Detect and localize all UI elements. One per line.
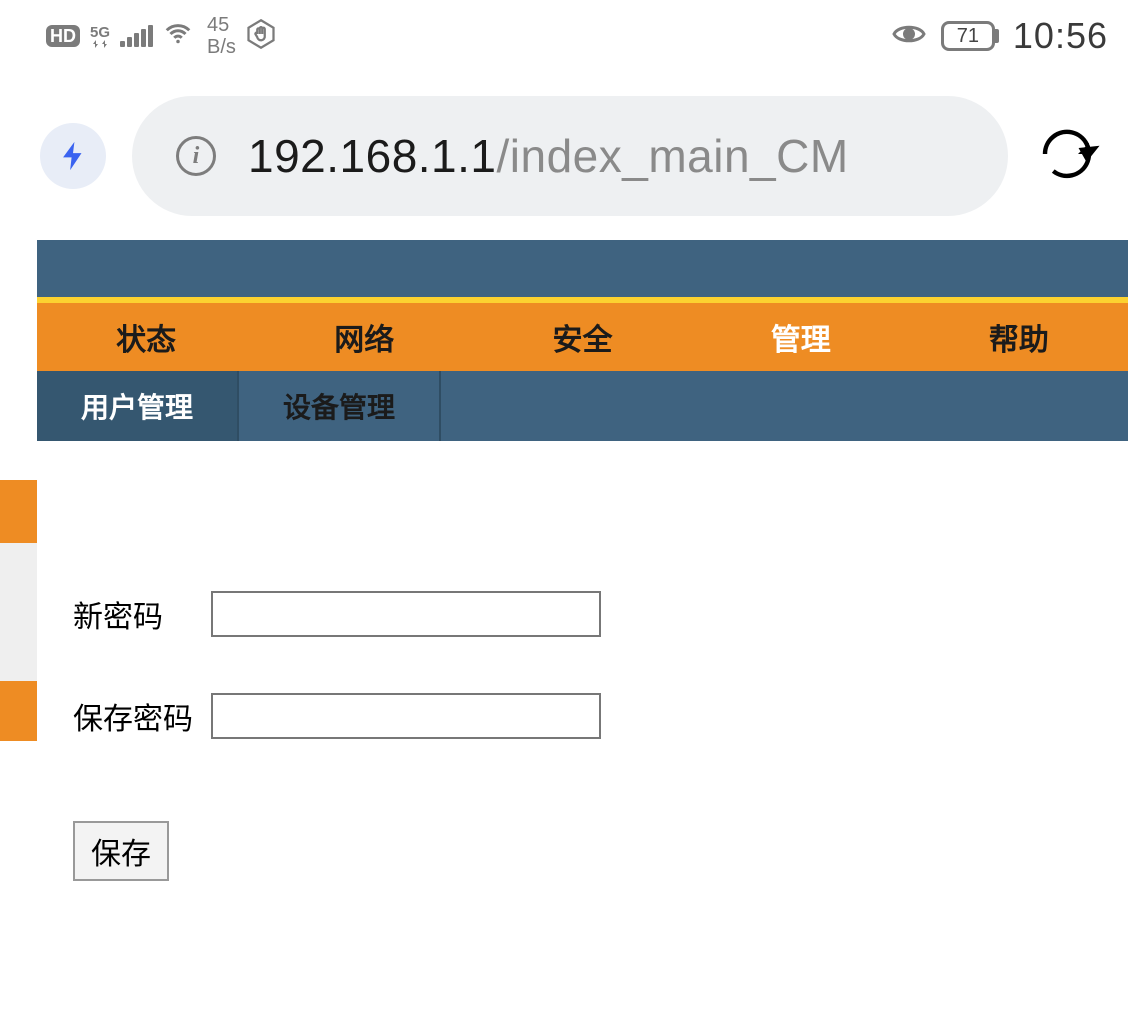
save-button[interactable]: 保存 <box>73 821 169 881</box>
new-password-input[interactable] <box>211 591 601 637</box>
page-header-bar <box>37 240 1128 297</box>
network-label: 5G <box>90 25 110 40</box>
router-admin-page: 状态 网络 安全 管理 帮助 用户管理 设备管理 新密码 保存密码 保存 <box>0 240 1128 921</box>
browser-chrome: i 192.168.1.1/index_main_CM <box>0 72 1128 240</box>
rate-value: 45 <box>207 14 236 36</box>
sub-nav: 用户管理 设备管理 <box>37 371 1128 441</box>
phone-status-bar: HD 5G 45 B/s <box>0 0 1128 72</box>
status-right: 71 10:56 <box>891 15 1108 57</box>
content-area: 新密码 保存密码 保存 <box>37 441 1128 921</box>
url-path: /index_main_CM <box>497 130 849 182</box>
clock: 10:56 <box>1013 15 1108 57</box>
url-host: 192.168.1.1 <box>248 130 497 182</box>
tab-network[interactable]: 网络 <box>255 315 473 359</box>
reload-button[interactable] <box>1034 121 1100 192</box>
subtab-user-manage[interactable]: 用户管理 <box>37 371 239 441</box>
row-new-password: 新密码 <box>73 591 1092 637</box>
battery-pct: 71 <box>957 25 979 48</box>
left-accent-column <box>0 480 37 921</box>
tab-security[interactable]: 安全 <box>473 315 691 359</box>
wifi-icon <box>163 19 193 54</box>
site-info-icon[interactable]: i <box>176 136 216 176</box>
network-type: 5G <box>90 25 110 48</box>
data-rate: 45 B/s <box>207 14 236 58</box>
row-save-password: 保存密码 <box>73 693 1092 739</box>
save-password-label: 保存密码 <box>73 694 211 738</box>
hand-block-icon <box>246 19 276 54</box>
save-password-input[interactable] <box>211 693 601 739</box>
new-password-label: 新密码 <box>73 592 211 636</box>
battery-indicator: 71 <box>941 21 999 51</box>
eye-icon <box>891 16 927 57</box>
url-text: 192.168.1.1/index_main_CM <box>248 129 849 183</box>
main-nav: 状态 网络 安全 管理 帮助 <box>37 303 1128 371</box>
signal-bars-icon <box>120 25 153 47</box>
url-bar[interactable]: i 192.168.1.1/index_main_CM <box>132 96 1008 216</box>
tab-status[interactable]: 状态 <box>37 315 255 359</box>
hd-badge: HD <box>46 25 80 47</box>
flash-button[interactable] <box>40 123 106 189</box>
subtab-device-manage[interactable]: 设备管理 <box>239 371 441 441</box>
tab-manage[interactable]: 管理 <box>692 315 910 359</box>
status-left: HD 5G 45 B/s <box>46 14 276 58</box>
rate-unit: B/s <box>207 36 236 58</box>
tab-help[interactable]: 帮助 <box>910 315 1128 359</box>
